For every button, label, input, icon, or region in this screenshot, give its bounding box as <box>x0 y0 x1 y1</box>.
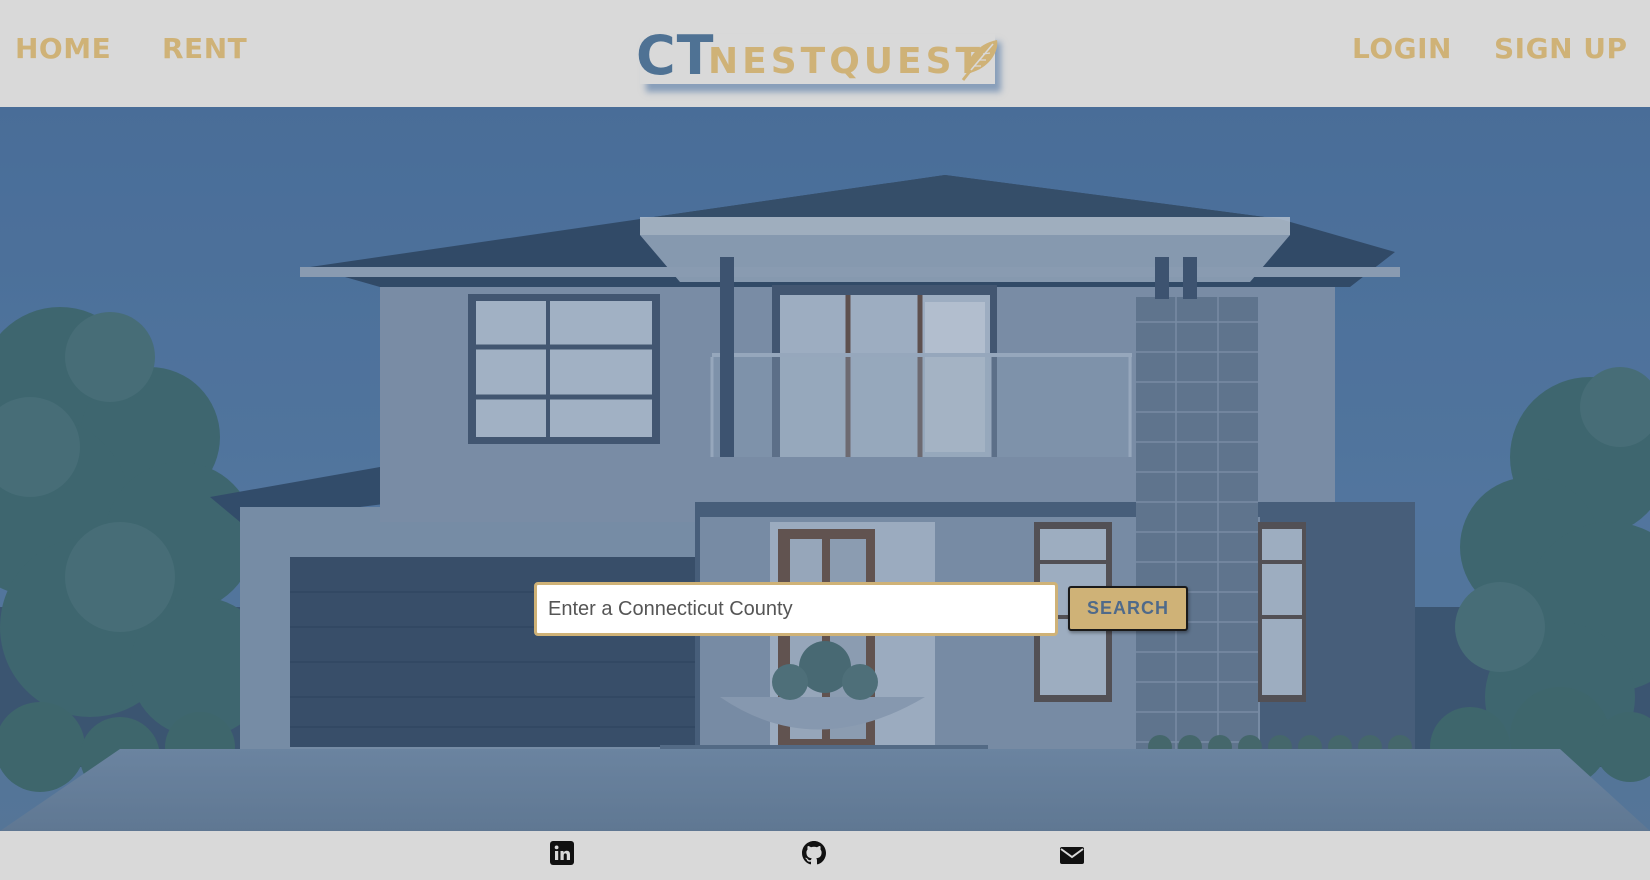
github-icon[interactable] <box>801 840 827 866</box>
hero-banner: SEARCH <box>0 107 1650 831</box>
feather-icon <box>961 40 998 81</box>
nav-home-link[interactable]: HOME <box>15 32 111 66</box>
site-footer <box>0 831 1650 880</box>
house-hero-image <box>0 107 1650 831</box>
site-header: HOME RENT CT NESTQUEST LOGIN SIGN UP <box>0 0 1650 107</box>
logo-nestquest-text: NESTQUEST <box>708 41 985 82</box>
linkedin-icon[interactable] <box>549 840 575 866</box>
site-logo[interactable]: CT NESTQUEST <box>636 26 1001 98</box>
county-search-input[interactable] <box>534 582 1058 636</box>
nav-login-link[interactable]: LOGIN <box>1352 32 1452 66</box>
nav-rent-link[interactable]: RENT <box>162 32 247 66</box>
envelope-icon[interactable] <box>1059 842 1085 868</box>
nav-signup-link[interactable]: SIGN UP <box>1494 32 1628 66</box>
search-button[interactable]: SEARCH <box>1068 586 1188 631</box>
logo-ct-text: CT <box>636 24 715 87</box>
